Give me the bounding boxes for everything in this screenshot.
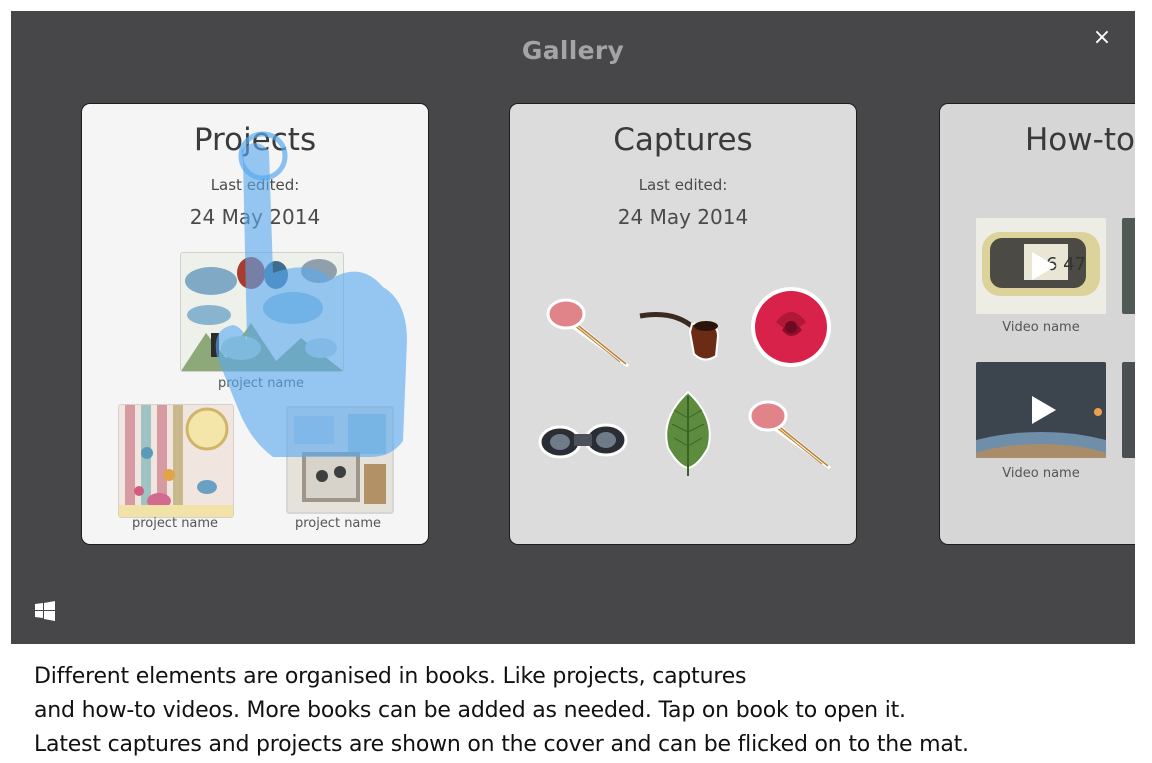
video-thumbnail-partial[interactable] <box>1122 218 1135 314</box>
gallery-window: Gallery × Projects Last edited: 24 May 2… <box>11 11 1135 644</box>
leaf-capture[interactable] <box>658 388 718 478</box>
close-icon: × <box>1092 25 1112 50</box>
description-caption: Different elements are organised in book… <box>34 660 969 762</box>
book-projects[interactable]: Projects Last edited: 24 May 2014 projec… <box>81 103 429 545</box>
play-icon <box>1032 252 1056 280</box>
project-name: project name <box>217 376 305 391</box>
video-thumbnail[interactable]: 6 47 <box>976 218 1106 314</box>
project-name: project name <box>131 516 219 531</box>
last-edited-label: Last edited: <box>210 176 300 194</box>
video-name: Video name <box>1002 320 1080 335</box>
last-edited-label: Last edited: <box>638 176 728 194</box>
project-thumbnail[interactable] <box>118 404 234 518</box>
video-name: Video name <box>1002 466 1080 481</box>
ice-cream-capture[interactable] <box>746 394 836 474</box>
collage-image <box>181 253 343 371</box>
book-title: Captures <box>613 122 753 158</box>
project-thumbnail[interactable] <box>286 406 394 514</box>
windows-icon[interactable] <box>35 601 55 621</box>
window-title: Gallery <box>521 36 625 65</box>
project-name: project name <box>294 516 382 531</box>
caption-line: and how-to videos. More books can be add… <box>34 698 906 723</box>
last-edited-date: 24 May 2014 <box>617 205 749 229</box>
video-thumbnail[interactable] <box>976 362 1106 458</box>
last-edited-date: 24 May 2014 <box>189 205 321 229</box>
book-howto[interactable]: How-to- 6 47 Video name Video name <box>939 103 1135 545</box>
project-thumbnail[interactable] <box>180 252 344 372</box>
video-thumbnail-partial[interactable] <box>1122 362 1135 458</box>
pipe-capture[interactable] <box>634 302 726 362</box>
caption-line: Latest captures and projects are shown o… <box>34 732 969 757</box>
close-button[interactable]: × <box>1089 25 1115 51</box>
binoculars-capture[interactable] <box>538 418 628 462</box>
collage-image <box>119 405 233 517</box>
book-title: Projects <box>193 122 317 158</box>
rose-capture[interactable] <box>746 282 836 372</box>
book-title: How-to- <box>1025 122 1135 158</box>
caption-line: Different elements are organised in book… <box>34 664 747 689</box>
collage-image <box>288 408 392 512</box>
book-captures[interactable]: Captures Last edited: 24 May 2014 <box>509 103 857 545</box>
play-icon <box>1032 396 1056 424</box>
ice-cream-capture[interactable] <box>544 292 634 372</box>
